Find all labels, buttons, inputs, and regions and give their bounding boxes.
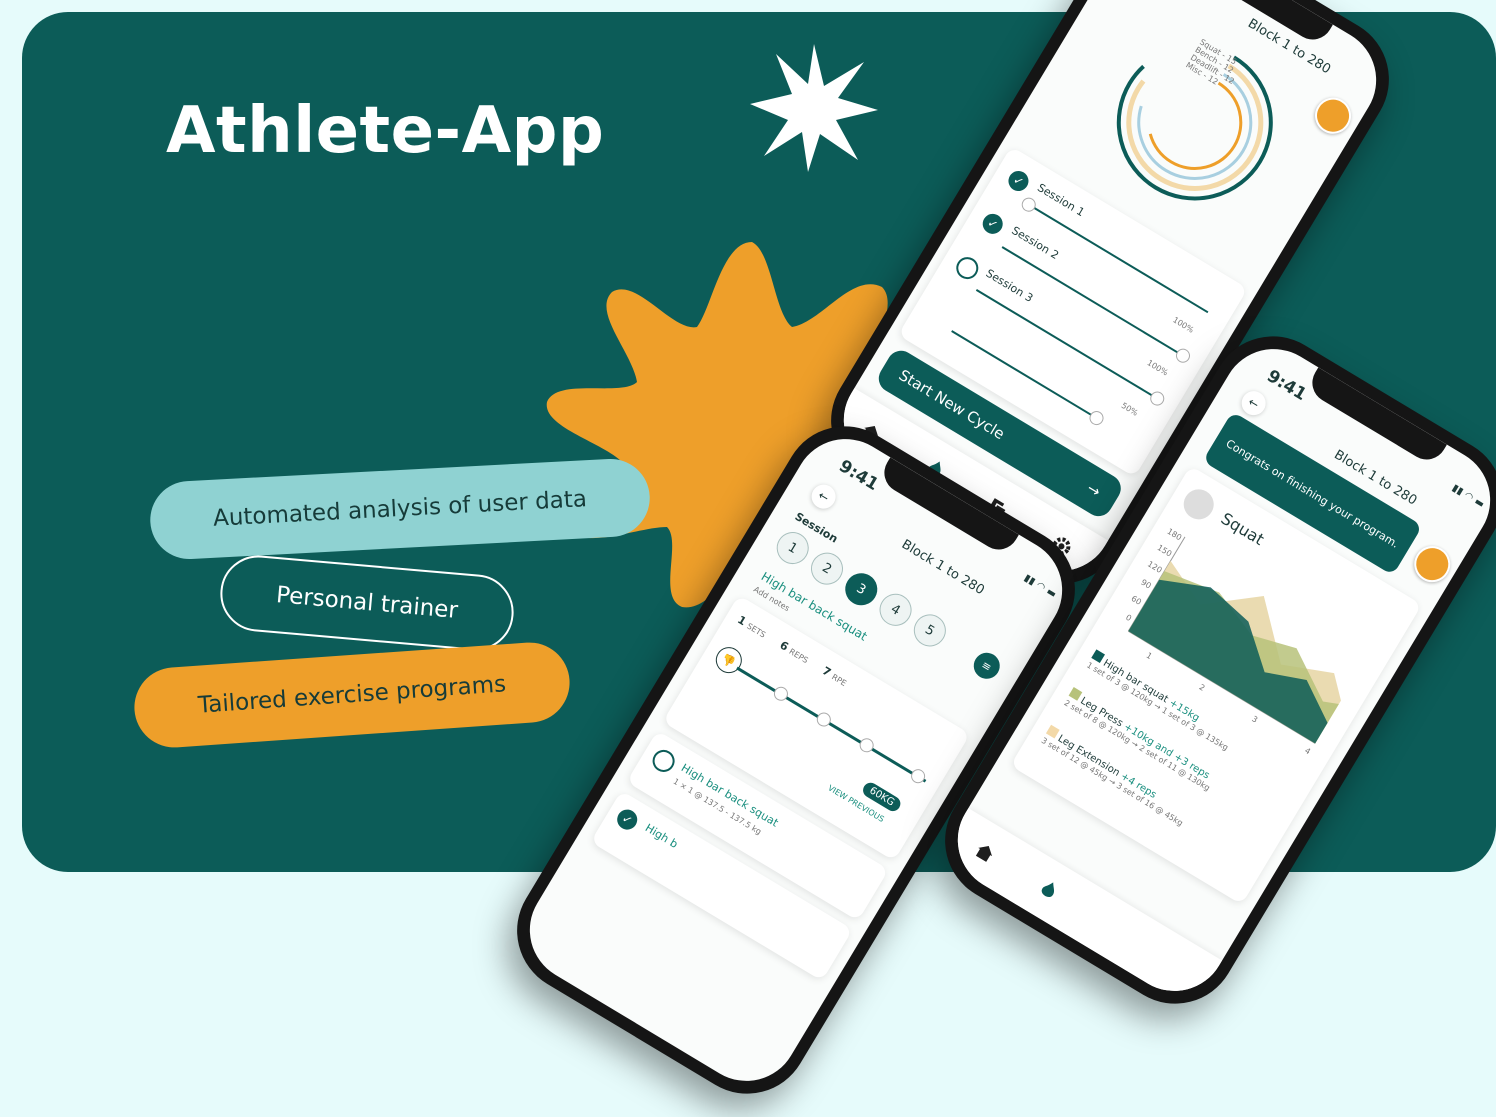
rpe-label: RPE	[830, 672, 848, 689]
session-number-1[interactable]: 1	[770, 526, 815, 570]
status-icons: ▮▮ ◠ ▬	[1021, 572, 1059, 601]
exercise-avatar-placeholder	[1178, 483, 1220, 525]
phone3-back-arrow-icon[interactable]: ←	[1237, 386, 1271, 420]
legend-swatch	[1091, 649, 1105, 664]
feature-pill-programs: Tailored exercise programs	[131, 639, 573, 751]
session-number-4[interactable]: 4	[873, 587, 918, 632]
session3-circle-icon[interactable]	[952, 252, 983, 284]
legend-swatch	[1068, 687, 1083, 701]
home-icon[interactable]	[970, 837, 1000, 867]
session-number-2[interactable]: 2	[805, 546, 849, 591]
session3-track	[975, 289, 1157, 399]
phone1-avatar[interactable]	[1308, 90, 1358, 141]
back-arrow-icon[interactable]: ←	[807, 480, 841, 514]
cards-icon[interactable]	[1097, 913, 1127, 943]
phone2-header: Block 1 to 280	[898, 537, 987, 599]
feature-pill-programs-label: Tailored exercise programs	[197, 671, 507, 719]
session-number-5[interactable]: 5	[907, 608, 952, 653]
session2-slider-handle[interactable]	[1173, 346, 1193, 366]
x-tick-3: 3	[1250, 714, 1260, 725]
session3-pct: 100%	[1145, 358, 1170, 378]
feature-pill-analysis-label: Automated analysis of user data	[212, 486, 588, 532]
reps-label: REPS	[787, 646, 810, 666]
session2-pct: 100%	[1171, 315, 1196, 335]
session1-check-icon[interactable]: ✓	[1004, 167, 1033, 195]
summary-exercise-name: Squat	[1217, 508, 1268, 550]
phone3-avatar[interactable]	[1407, 539, 1457, 589]
phone2-time: 9:41	[835, 456, 882, 496]
next-exercise-2-check-icon[interactable]: ✓	[613, 805, 641, 834]
gear-icon[interactable]	[1160, 951, 1190, 981]
sets-label: SETS	[745, 621, 768, 640]
arrow-right-icon: →	[1083, 478, 1104, 501]
weight-slider-track[interactable]	[736, 666, 927, 783]
x-tick-2: 2	[1197, 682, 1207, 693]
session1-slider-handle[interactable]	[1019, 195, 1039, 215]
feature-pill-trainer-label: Personal trainer	[275, 582, 459, 624]
notes-icon[interactable]: ≡	[968, 647, 1005, 684]
legend-swatch	[1045, 724, 1060, 739]
session3-slider-handle[interactable]	[1147, 388, 1167, 409]
flame-icon[interactable]	[1033, 875, 1063, 905]
weight-slider-handle-4[interactable]	[908, 766, 928, 786]
next-exercise-circle-icon[interactable]	[648, 745, 679, 777]
phone3-status-icons: ▮▮ ◠ ▬	[1449, 482, 1487, 511]
feature-pill-trainer: Personal trainer	[217, 552, 517, 654]
session-number-3[interactable]: 3	[839, 567, 884, 612]
sparkle-star-icon	[750, 44, 878, 172]
session4-pct: 50%	[1119, 400, 1140, 418]
session4-slider-handle[interactable]	[1086, 408, 1107, 428]
phone3-time: 9:41	[1263, 366, 1310, 406]
next-exercise-2-title: High b	[642, 821, 681, 851]
session2-check-icon[interactable]: ✓	[978, 210, 1007, 238]
app-title: Athlete-App	[166, 94, 605, 168]
